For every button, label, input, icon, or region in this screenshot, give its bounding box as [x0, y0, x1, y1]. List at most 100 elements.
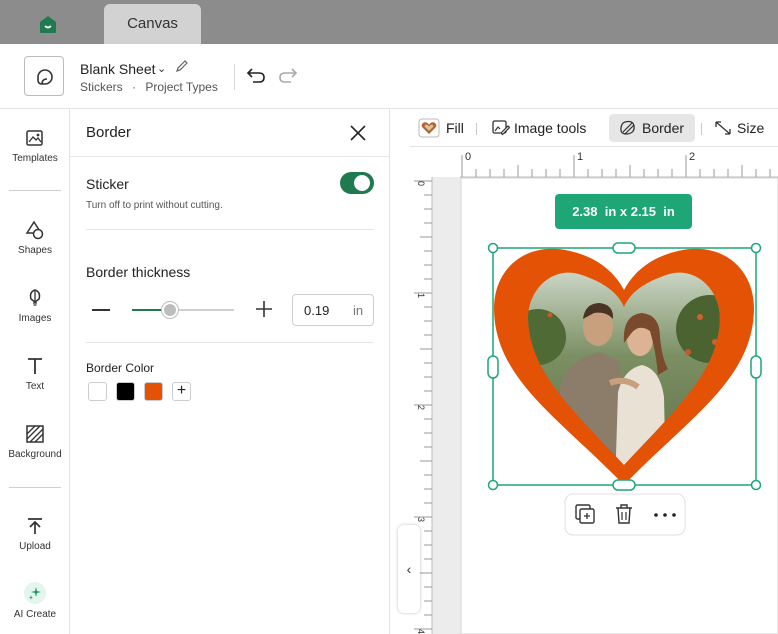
background-icon	[26, 425, 44, 443]
ruler-label: 0	[465, 151, 471, 163]
pencil-icon[interactable]	[175, 59, 189, 73]
rail-item-background[interactable]: Background	[0, 423, 70, 460]
tab-bar: Canvas	[0, 0, 778, 44]
collapse-panel-button[interactable]: ‹	[398, 525, 420, 613]
image-tools-button[interactable]: Image tools	[489, 114, 595, 142]
border-panel: Border Sticker Turn off to print without…	[70, 109, 390, 634]
resize-handle[interactable]	[487, 479, 499, 491]
resize-handle[interactable]	[487, 355, 499, 379]
project-icon-button[interactable]	[24, 56, 64, 96]
fill-label: Fill	[446, 120, 464, 136]
decrease-thickness-button[interactable]	[92, 309, 110, 311]
divider	[9, 487, 61, 488]
size-label: Size	[737, 120, 765, 136]
breadcrumb: Stickers · Project Types	[80, 80, 218, 94]
shapes-icon	[25, 220, 44, 240]
resize-handle[interactable]	[612, 479, 636, 491]
upload-icon	[28, 518, 42, 534]
divider	[86, 342, 374, 343]
rail-item-ai-create[interactable]: AI Create	[0, 581, 70, 620]
chevron-down-icon[interactable]: ⌄	[157, 62, 166, 75]
resize-handle[interactable]	[612, 242, 636, 254]
image-tools-icon	[492, 120, 510, 136]
divider	[701, 123, 702, 135]
toggle-knob	[354, 175, 370, 191]
resize-handle[interactable]	[750, 479, 762, 491]
fill-button[interactable]: Fill	[417, 114, 475, 142]
border-button[interactable]: Border	[609, 114, 695, 142]
home-button[interactable]	[36, 12, 60, 36]
rail-item-label: Templates	[12, 153, 58, 164]
edit-toolbar: Fill Image tools Border Size	[410, 109, 778, 147]
increase-thickness-button[interactable]	[254, 299, 274, 319]
resize-handle[interactable]	[750, 242, 762, 254]
divider	[476, 123, 477, 135]
breadcrumb-separator: ·	[132, 80, 137, 94]
divider	[70, 156, 390, 157]
size-badge-text: 2.38 in x 2.15 in	[572, 204, 675, 219]
breadcrumb-item[interactable]: Project Types	[145, 80, 217, 94]
ruler-label: 3	[416, 517, 426, 522]
divider	[234, 64, 235, 90]
resize-handle[interactable]	[750, 355, 762, 379]
border-thickness-label: Border thickness	[86, 264, 191, 280]
size-button[interactable]: Size	[713, 114, 773, 142]
rail-item-images[interactable]: Images	[0, 287, 70, 324]
sticker-toggle[interactable]	[340, 172, 374, 194]
divider	[86, 229, 374, 230]
undo-icon[interactable]	[245, 64, 267, 86]
color-swatch-white[interactable]	[88, 382, 107, 401]
rail-item-label: Background	[8, 449, 62, 460]
ruler-label: 0	[416, 181, 426, 186]
project-header: Blank Sheet ⌄ Stickers · Project Types	[0, 44, 778, 109]
thickness-input[interactable]: 0.19 in	[292, 294, 374, 326]
rail-item-label: Text	[25, 381, 45, 392]
chevron-left-icon: ‹	[406, 561, 412, 577]
fill-icon	[418, 118, 440, 138]
color-swatch-black[interactable]	[116, 382, 135, 401]
home-icon	[40, 16, 56, 33]
tab-canvas[interactable]: Canvas	[104, 4, 201, 44]
ruler-label: 2	[416, 405, 426, 410]
add-color-button[interactable]: +	[172, 382, 191, 401]
border-color-label: Border Color	[86, 361, 155, 375]
sticker-icon	[37, 69, 53, 85]
templates-icon	[26, 130, 43, 146]
resize-handle[interactable]	[487, 242, 499, 254]
border-label: Border	[642, 120, 685, 136]
border-icon	[620, 120, 635, 135]
rail-item-text[interactable]: Text	[0, 355, 70, 392]
canvas-surface: 0 1 2 0 1 2 3 4 2.38 in x 2.15 in	[410, 147, 778, 634]
rail-item-label: Images	[18, 313, 52, 324]
sticker-label: Sticker	[86, 176, 129, 192]
thickness-value: 0.19	[304, 303, 330, 318]
redo-icon[interactable]	[277, 64, 299, 86]
panel-title: Border	[86, 124, 132, 141]
object-action-bar	[564, 493, 686, 536]
thickness-slider-handle[interactable]	[161, 302, 178, 318]
rail-item-label: Shapes	[18, 245, 52, 256]
color-swatch-orange[interactable]	[144, 382, 163, 401]
design-canvas[interactable]: 0 1 2 0 1 2 3 4 2.38 in x 2.15 in	[410, 147, 778, 634]
text-icon	[28, 358, 42, 374]
rail-item-templates[interactable]: Templates	[0, 127, 70, 164]
ruler-label: 1	[416, 293, 426, 298]
sticker-description: Turn off to print without cutting.	[86, 200, 223, 211]
project-title[interactable]: Blank Sheet	[80, 61, 156, 77]
left-rail: Templates Shapes Images Text Background	[0, 109, 70, 634]
rail-item-upload[interactable]: Upload	[0, 515, 70, 552]
resize-icon	[715, 121, 731, 135]
breadcrumb-item[interactable]: Stickers	[80, 80, 123, 94]
ruler-label: 4	[416, 629, 426, 634]
images-icon	[29, 289, 41, 306]
rail-item-label: Upload	[19, 541, 51, 552]
ai-create-icon	[24, 582, 46, 604]
thickness-unit: in	[353, 303, 364, 318]
divider	[9, 190, 61, 191]
ruler-label: 2	[689, 151, 695, 163]
image-tools-label: Image tools	[514, 120, 587, 136]
rail-item-shapes[interactable]: Shapes	[0, 219, 70, 256]
rail-item-label: AI Create	[13, 609, 57, 620]
ruler-label: 1	[577, 151, 583, 163]
close-icon[interactable]	[348, 123, 368, 143]
